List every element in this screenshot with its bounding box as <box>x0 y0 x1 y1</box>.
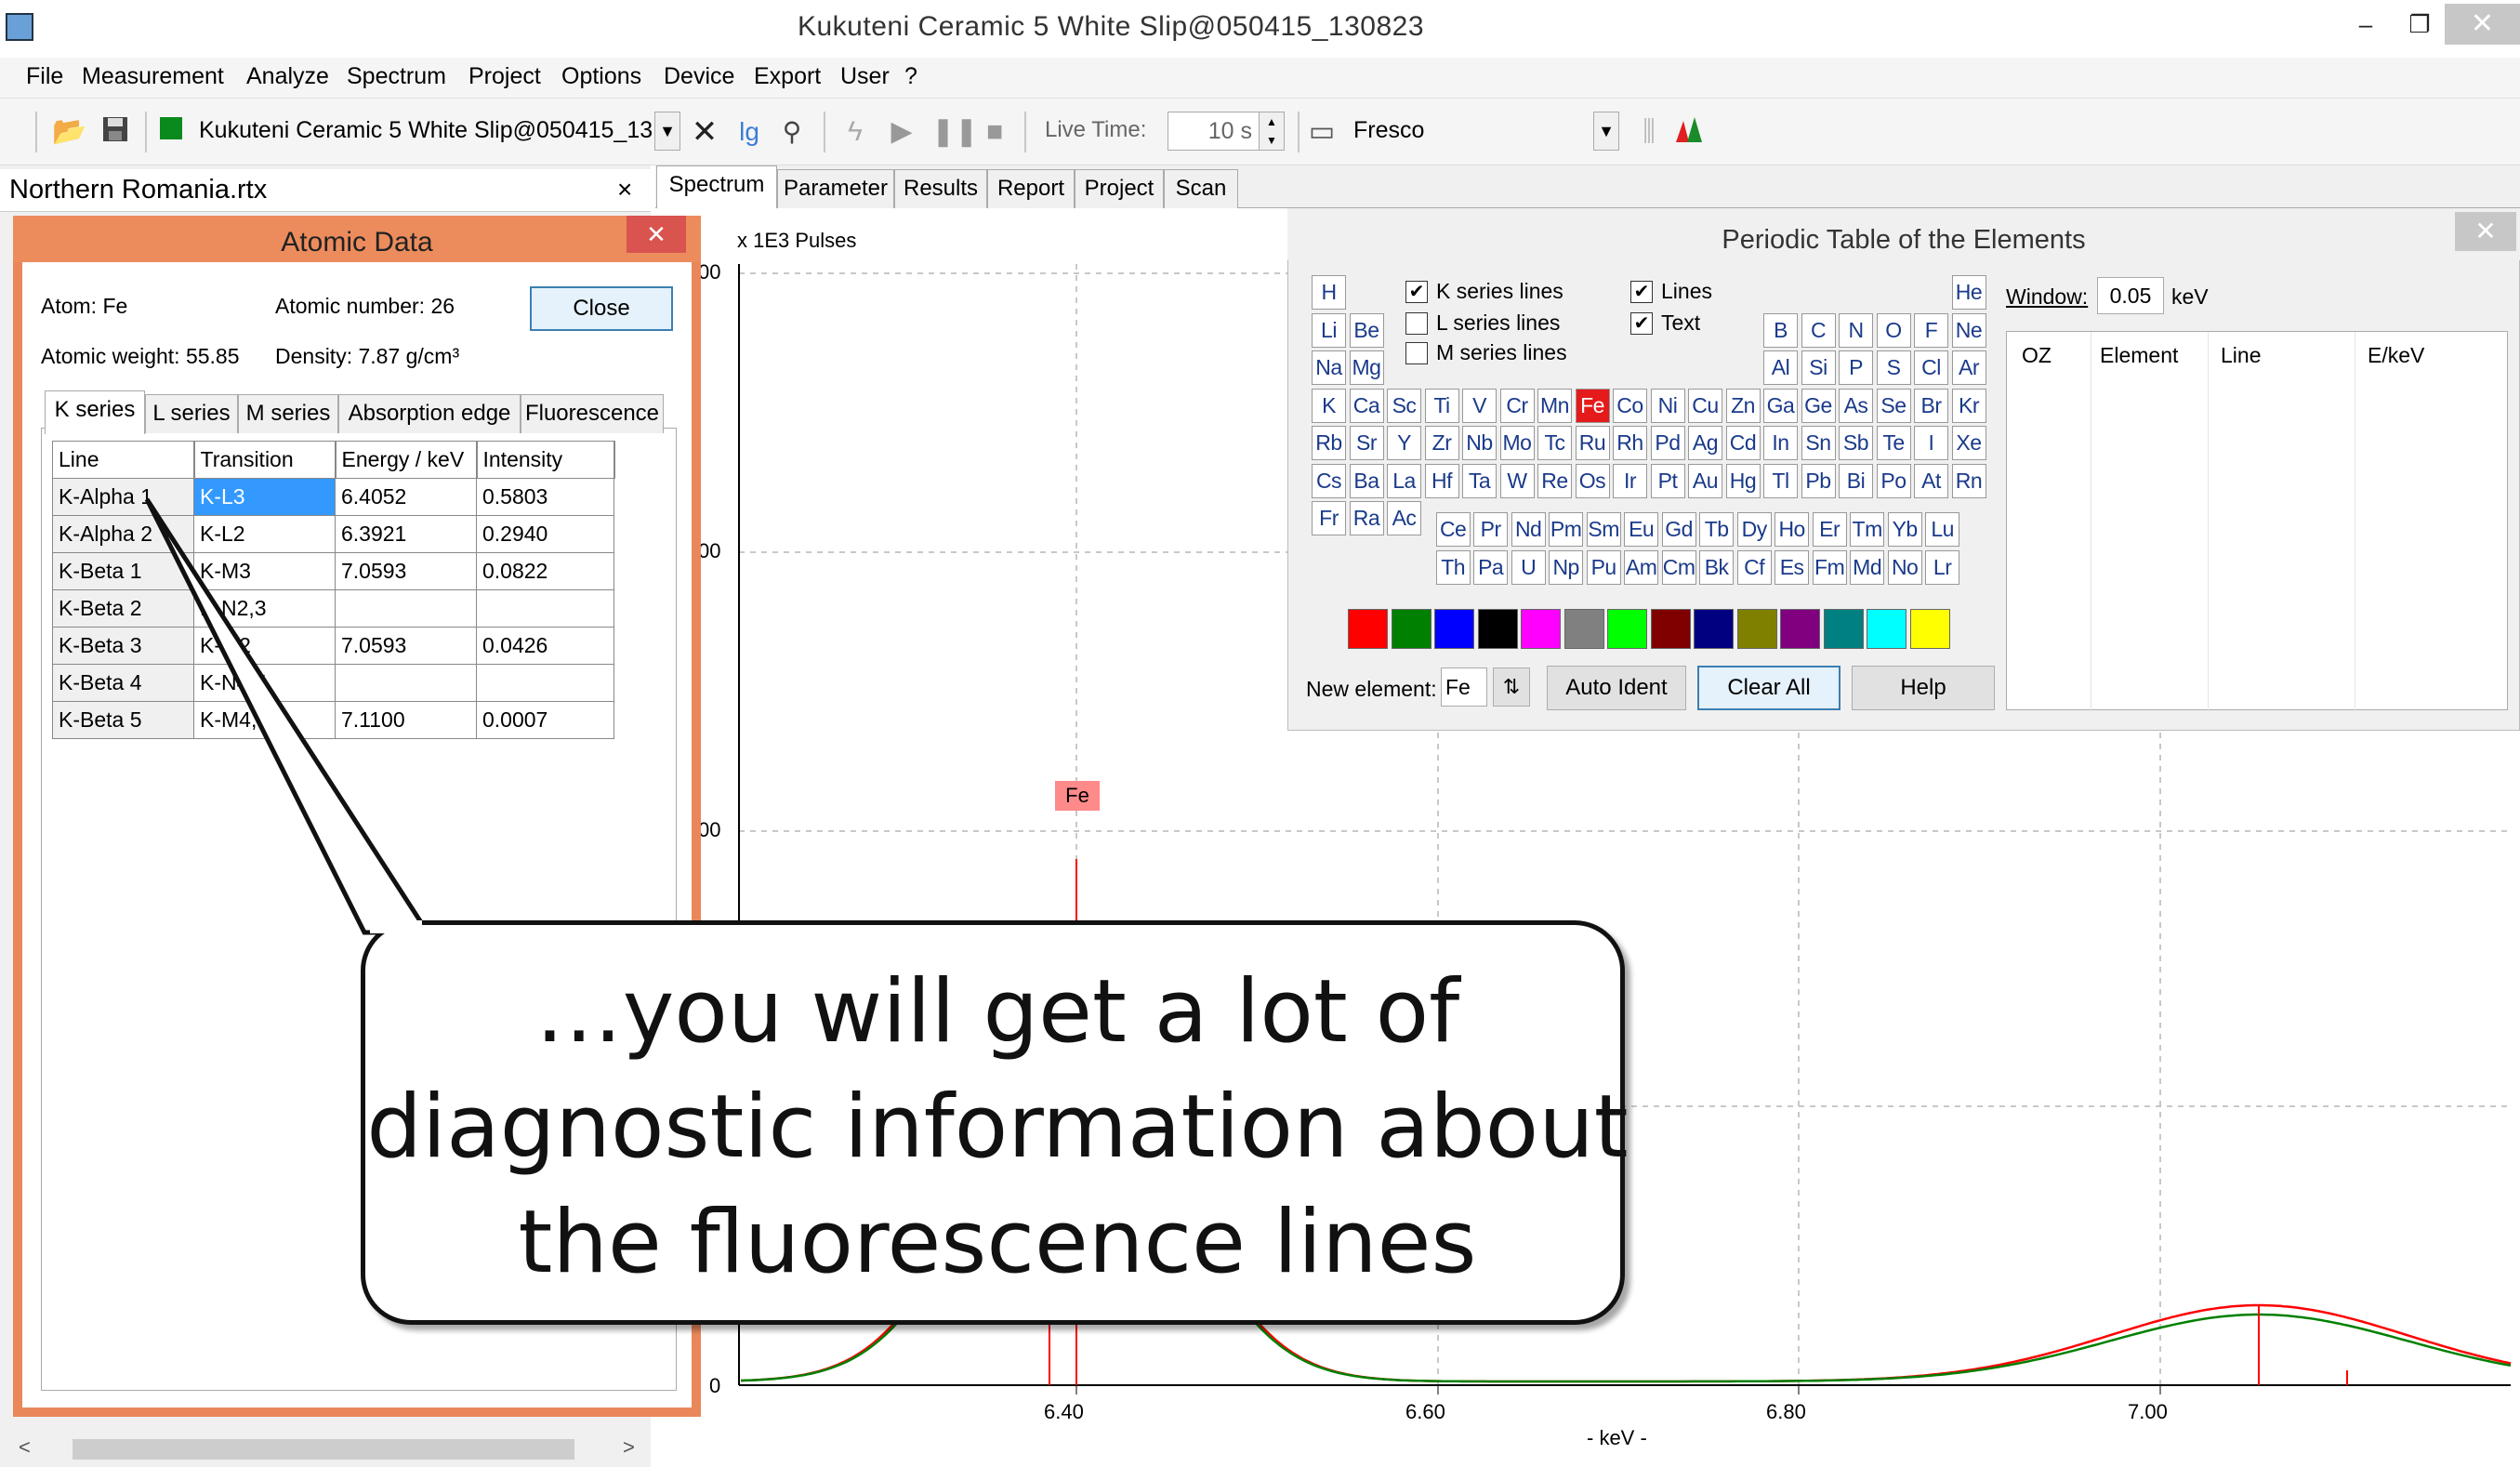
callout-bubble: …you will get a lot of diagnostic inform… <box>361 920 1629 1325</box>
callout-line: the fluorescence lines <box>518 1192 1477 1293</box>
callout-line: diagnostic information about <box>366 1077 1629 1178</box>
callout-line: …you will get a lot of <box>534 961 1460 1063</box>
